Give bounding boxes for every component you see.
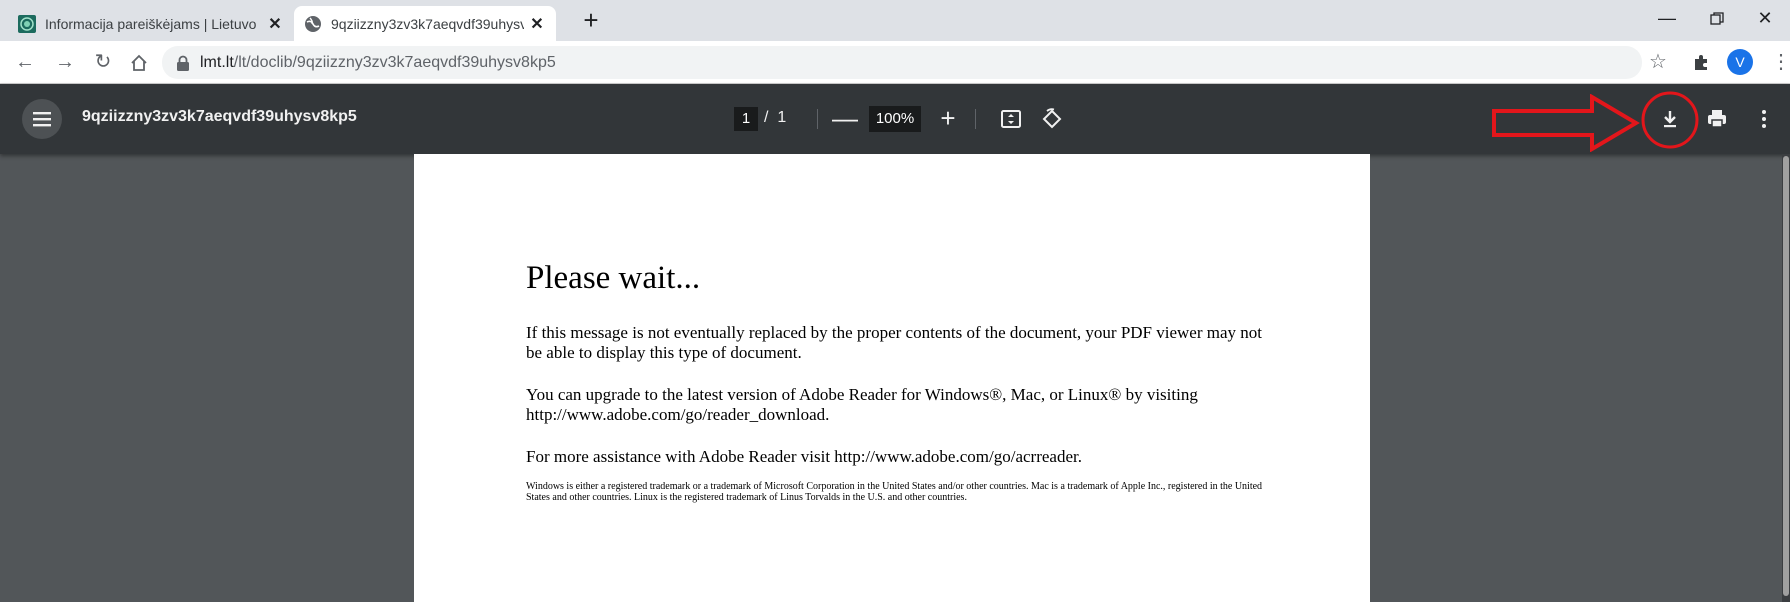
print-icon[interactable] [1705, 107, 1729, 131]
home-icon[interactable] [124, 47, 154, 77]
tab-close-icon[interactable]: ✕ [266, 14, 284, 34]
zoom-in-button[interactable]: + [933, 102, 963, 136]
tab-informacija[interactable]: Informacija pareiškėjams | Lietuvo ✕ [8, 6, 294, 41]
new-tab-button[interactable]: + [576, 6, 606, 36]
profile-avatar[interactable]: V [1727, 49, 1753, 75]
trademark-footnote: Windows is either a registered trademark… [526, 481, 1263, 503]
fit-page-icon[interactable] [999, 107, 1023, 131]
kebab-menu-icon[interactable]: ⋮ [1768, 49, 1790, 75]
browser-toolbar: ← → ↻ lmt.lt/lt/doclib/9qziizzny3zv3k7ae… [0, 41, 1790, 84]
pdf-page: Please wait... If this message is not ev… [414, 154, 1370, 602]
page-count: / 1 [764, 109, 786, 127]
arrow-left-icon[interactable]: ← [10, 47, 40, 77]
annotation-circle [1641, 91, 1699, 149]
rotate-icon[interactable] [1040, 107, 1064, 131]
pdf-document-title: 9qziizzny3zv3k7aeqvdf39uhysv8kp5 [82, 108, 357, 125]
zoom-out-button[interactable]: — [830, 102, 860, 136]
address-bar[interactable]: lmt.lt/lt/doclib/9qziizzny3zv3k7aeqvdf39… [162, 46, 1642, 79]
toolbar-divider [817, 109, 818, 129]
page-number-input[interactable]: 1 [734, 107, 758, 131]
restore-icon[interactable] [1692, 0, 1742, 36]
minimize-icon[interactable]: — [1642, 0, 1692, 36]
arrow-right-icon[interactable]: → [50, 47, 80, 77]
close-window-icon[interactable]: ✕ [1740, 0, 1790, 36]
hamburger-icon[interactable] [22, 99, 62, 139]
scrollbar-thumb[interactable] [1783, 156, 1789, 596]
page-heading: Please wait... [526, 260, 701, 296]
annotation-arrow-shape [1492, 94, 1640, 152]
site-favicon-icon [18, 14, 36, 33]
tab-strip: Informacija pareiškėjams | Lietuvo ✕ 9qz… [0, 0, 1790, 41]
zoom-level-input[interactable]: 100% [869, 106, 921, 132]
star-icon[interactable]: ☆ [1645, 49, 1671, 75]
tab-close-icon[interactable]: ✕ [528, 14, 546, 34]
tab-title: 9qziizzny3zv3k7aeqvdf39uhysv8k [331, 15, 524, 32]
paragraph: If this message is not eventually replac… [526, 323, 1263, 362]
reload-icon[interactable]: ↻ [88, 47, 118, 77]
paragraph: For more assistance with Adobe Reader vi… [526, 447, 1082, 466]
lock-icon [177, 55, 189, 71]
paragraph: You can upgrade to the latest version of… [526, 385, 1198, 424]
toolbar-divider [975, 109, 976, 129]
tab-pdf[interactable]: 9qziizzny3zv3k7aeqvdf39uhysv8k ✕ [294, 6, 556, 41]
url-host: lmt.lt [200, 53, 234, 71]
annotation-arrow [1492, 94, 1640, 152]
puzzle-icon[interactable] [1688, 49, 1714, 75]
page-separator: / [764, 109, 769, 126]
globe-icon [305, 15, 321, 32]
pdf-page-content: Please wait... If this message is not ev… [526, 260, 1266, 503]
tab-title: Informacija pareiškėjams | Lietuvo [45, 15, 257, 32]
total-pages: 1 [777, 109, 787, 126]
url-path: /lt/doclib/9qziizzny3zv3k7aeqvdf39uhysv8… [233, 53, 556, 71]
more-vert-icon[interactable] [1752, 107, 1776, 131]
